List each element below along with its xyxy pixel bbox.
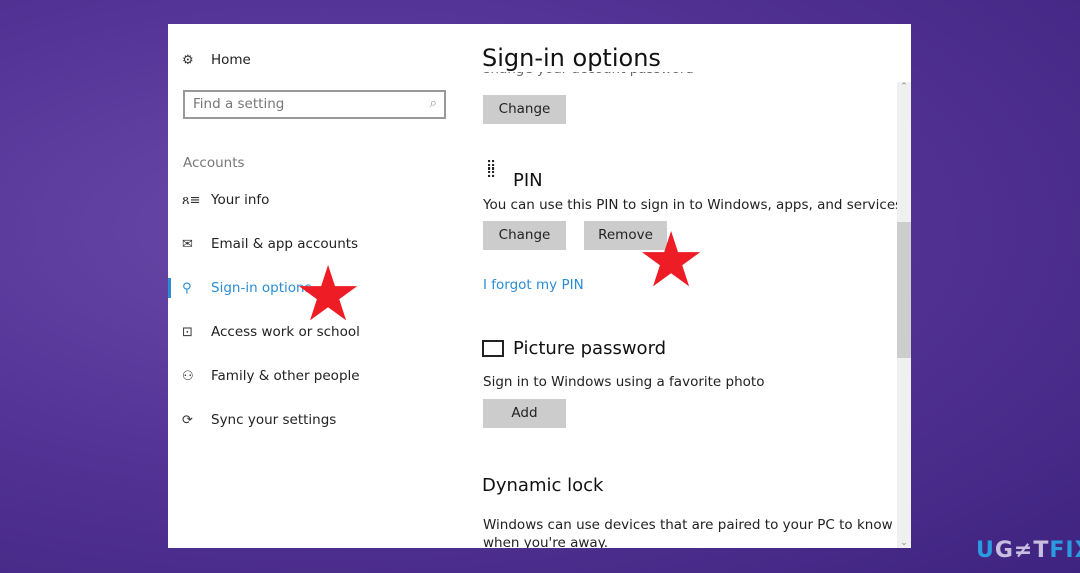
- search-icon: ⌕: [429, 95, 437, 111]
- sidebar-item-sign-in-options[interactable]: ⚲ Sign-in options: [182, 280, 312, 296]
- title-bar: Sign-in options: [468, 24, 888, 72]
- picture-add-button[interactable]: Add: [483, 399, 566, 428]
- dynamic-lock-heading: Dynamic lock: [482, 475, 604, 496]
- red-star-marker-remove: ★: [637, 215, 706, 304]
- label: Sync your settings: [211, 412, 337, 428]
- page-title: Sign-in options: [482, 44, 661, 72]
- sidebar-item-family[interactable]: ⚇ Family & other people: [182, 368, 360, 384]
- briefcase-icon: ⊡: [182, 324, 193, 340]
- picture-heading: Picture password: [513, 338, 667, 359]
- key-icon: ⚲: [182, 280, 192, 296]
- label: Family & other people: [211, 368, 360, 384]
- scroll-down-icon[interactable]: ⌄: [897, 538, 911, 548]
- picture-icon: [482, 340, 504, 357]
- gear-icon: ⚙: [182, 52, 194, 68]
- scrollbar-thumb[interactable]: [897, 222, 911, 358]
- watermark-logo: UG≠TFIX: [976, 538, 1080, 563]
- settings-window: ⚙ Home Find a setting ⌕ Accounts ጸ≡ Your in…: [168, 24, 911, 548]
- dynamic-lock-desc: Windows can use devices that are paired …: [483, 517, 893, 548]
- home-link[interactable]: ⚙ Home: [182, 52, 251, 68]
- logo-get: G≠T: [994, 538, 1050, 563]
- search-placeholder: Find a setting: [193, 96, 285, 112]
- mail-icon: ✉: [182, 236, 193, 252]
- pin-desc: You can use this PIN to sign in to Windo…: [483, 197, 907, 213]
- pin-keypad-icon: ⠿ ⠿: [486, 159, 497, 182]
- forgot-pin-link[interactable]: I forgot my PIN: [483, 277, 584, 293]
- person-add-icon: ⚇: [182, 368, 194, 384]
- pin-change-button[interactable]: Change: [483, 221, 566, 250]
- logo-fix: FIX: [1049, 538, 1080, 563]
- sidebar-item-your-info[interactable]: ጸ≡ Your info: [182, 192, 269, 208]
- sidebar-item-sync[interactable]: ⟳ Sync your settings: [182, 412, 336, 428]
- pin-heading: PIN: [513, 170, 543, 191]
- search-input[interactable]: Find a setting ⌕: [183, 90, 446, 119]
- home-label: Home: [211, 52, 251, 68]
- label: Your info: [211, 192, 270, 208]
- password-change-button[interactable]: Change: [483, 95, 566, 124]
- person-card-icon: ጸ≡: [182, 192, 201, 208]
- section-heading: Accounts: [183, 155, 245, 171]
- scroll-up-icon[interactable]: ⌃: [897, 82, 911, 92]
- logo-u: U: [976, 538, 995, 563]
- sync-icon: ⟳: [182, 412, 193, 428]
- picture-desc: Sign in to Windows using a favorite phot…: [483, 374, 765, 390]
- selection-indicator: [168, 278, 171, 298]
- red-star-marker-sidebar: ★: [294, 249, 363, 338]
